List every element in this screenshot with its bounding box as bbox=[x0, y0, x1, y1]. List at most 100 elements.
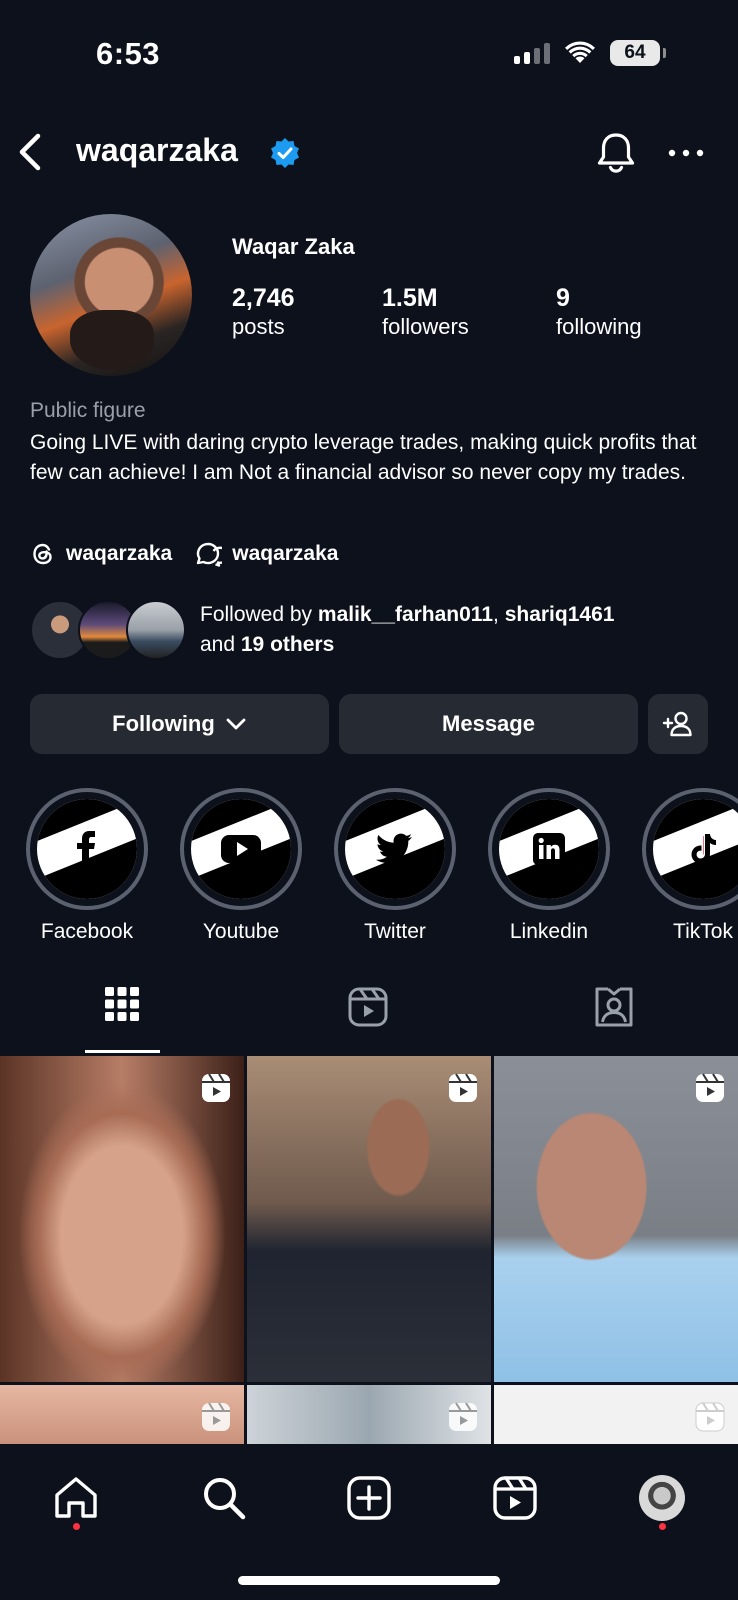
reel-indicator-icon bbox=[695, 1402, 725, 1432]
stat-following-value: 9 bbox=[556, 284, 570, 312]
reel-indicator-icon bbox=[449, 1402, 477, 1431]
post-thumbnail[interactable] bbox=[494, 1056, 738, 1382]
stat-posts-label: posts bbox=[232, 314, 285, 339]
highlight-ring bbox=[180, 788, 302, 910]
stat-followers-value: 1.5M bbox=[382, 284, 438, 312]
highlight-cover bbox=[499, 799, 599, 899]
mutual-followers-avatars[interactable] bbox=[30, 600, 190, 662]
threads-link[interactable]: waqarzaka bbox=[30, 541, 172, 567]
active-tab-indicator bbox=[85, 1050, 160, 1053]
more-options-button[interactable] bbox=[664, 138, 708, 168]
post-thumbnail[interactable] bbox=[247, 1056, 491, 1382]
back-button[interactable] bbox=[14, 130, 50, 174]
followed-by-prefix: Followed by bbox=[200, 603, 318, 626]
stat-following[interactable]: 9 following bbox=[556, 283, 642, 341]
highlight-twitter[interactable]: Twitter bbox=[333, 788, 457, 944]
highlight-facebook[interactable]: Facebook bbox=[25, 788, 149, 944]
post-thumbnail[interactable] bbox=[0, 1056, 244, 1382]
profile-avatar[interactable] bbox=[30, 214, 192, 376]
highlight-linkedin[interactable]: Linkedin bbox=[487, 788, 611, 944]
highlight-label: Twitter bbox=[364, 920, 426, 943]
reel-indicator-icon bbox=[696, 1073, 724, 1102]
search-icon bbox=[204, 1478, 246, 1520]
facebook-icon bbox=[77, 831, 95, 867]
post-thumbnail[interactable] bbox=[0, 1385, 244, 1444]
chevron-left-icon bbox=[19, 133, 41, 171]
create-post-icon bbox=[347, 1476, 391, 1520]
highlight-cover bbox=[37, 799, 137, 899]
followed-by-user-2: shariq1461 bbox=[504, 603, 615, 626]
notifications-button[interactable] bbox=[594, 130, 638, 176]
notification-dot bbox=[73, 1523, 80, 1530]
stat-posts-value: 2,746 bbox=[232, 284, 295, 312]
battery-indicator: 64 bbox=[610, 40, 666, 66]
display-name: Waqar Zaka bbox=[232, 234, 355, 259]
threads-icon bbox=[33, 543, 52, 565]
highlight-ring bbox=[642, 788, 738, 910]
tagged-icon bbox=[595, 987, 633, 1027]
status-icons: 64 bbox=[514, 40, 666, 66]
profile-category: Public figure bbox=[30, 399, 146, 422]
threads-link-label: waqarzaka bbox=[66, 542, 173, 565]
profile-bio: Going LIVE with daring crypto leverage t… bbox=[30, 431, 697, 484]
mutual-avatar bbox=[126, 600, 186, 660]
post-thumbnail[interactable] bbox=[494, 1385, 738, 1444]
reel-indicator-icon bbox=[449, 1073, 477, 1102]
stat-followers[interactable]: 1.5M followers bbox=[382, 283, 469, 341]
twitter-icon bbox=[376, 833, 412, 863]
post-thumbnail[interactable] bbox=[247, 1385, 491, 1444]
messenger-link-label: waqarzaka bbox=[232, 542, 339, 565]
profile-username: waqarzaka bbox=[76, 132, 238, 168]
tab-reels[interactable] bbox=[330, 986, 406, 1056]
bell-icon bbox=[597, 133, 635, 173]
reels-icon bbox=[348, 987, 388, 1027]
followed-by-text[interactable]: Followed by malik__farhan011, shariq1461… bbox=[200, 600, 720, 660]
highlight-ring bbox=[334, 788, 456, 910]
highlight-ring bbox=[488, 788, 610, 910]
avatar-beard-shape bbox=[70, 310, 154, 370]
followed-by-and: and bbox=[200, 633, 241, 656]
nav-home[interactable] bbox=[48, 1470, 104, 1526]
more-horizontal-icon bbox=[668, 149, 704, 157]
linkedin-icon bbox=[533, 833, 565, 865]
cellular-signal-icon bbox=[514, 42, 550, 64]
stat-following-label: following bbox=[556, 314, 642, 339]
tab-posts-grid[interactable] bbox=[84, 986, 160, 1056]
messenger-icon bbox=[197, 542, 223, 567]
nav-create[interactable] bbox=[341, 1470, 397, 1526]
youtube-icon bbox=[221, 835, 261, 863]
highlight-cover bbox=[345, 799, 445, 899]
nav-profile-avatar bbox=[639, 1475, 685, 1521]
highlight-cover bbox=[191, 799, 291, 899]
message-button-label: Message bbox=[442, 711, 535, 736]
tab-tagged[interactable] bbox=[576, 986, 652, 1056]
followed-by-others: 19 others bbox=[240, 633, 335, 656]
highlight-label: Linkedin bbox=[509, 920, 589, 943]
nav-reels[interactable] bbox=[487, 1470, 543, 1526]
stat-posts[interactable]: 2,746 posts bbox=[232, 283, 295, 341]
suggested-users-button[interactable] bbox=[648, 694, 708, 754]
chevron-down-icon bbox=[226, 718, 246, 730]
highlight-youtube[interactable]: Youtube bbox=[179, 788, 303, 944]
following-button-label: Following bbox=[112, 711, 215, 736]
home-indicator[interactable] bbox=[238, 1576, 500, 1585]
message-button[interactable]: Message bbox=[339, 694, 638, 754]
profile-links: waqarzaka waqarzaka bbox=[30, 541, 338, 567]
followed-by-user-1: malik__farhan011 bbox=[317, 603, 494, 626]
posts-grid bbox=[0, 1056, 738, 1444]
highlight-ring bbox=[26, 788, 148, 910]
reel-indicator-icon bbox=[202, 1073, 230, 1102]
following-button[interactable]: Following bbox=[30, 694, 329, 754]
verified-badge-icon bbox=[271, 138, 299, 168]
nav-search[interactable] bbox=[196, 1470, 252, 1526]
highlight-label: TikTok bbox=[673, 920, 733, 943]
add-user-icon bbox=[662, 711, 692, 737]
highlight-cover bbox=[653, 799, 738, 899]
status-time: 6:53 bbox=[96, 36, 161, 71]
reels-icon bbox=[493, 1476, 537, 1520]
grid-icon bbox=[105, 987, 139, 1021]
messenger-link[interactable]: waqarzaka bbox=[194, 541, 338, 567]
highlight-tiktok[interactable]: TikTok bbox=[641, 788, 738, 944]
nav-profile[interactable] bbox=[634, 1470, 690, 1526]
stat-followers-label: followers bbox=[382, 314, 469, 339]
